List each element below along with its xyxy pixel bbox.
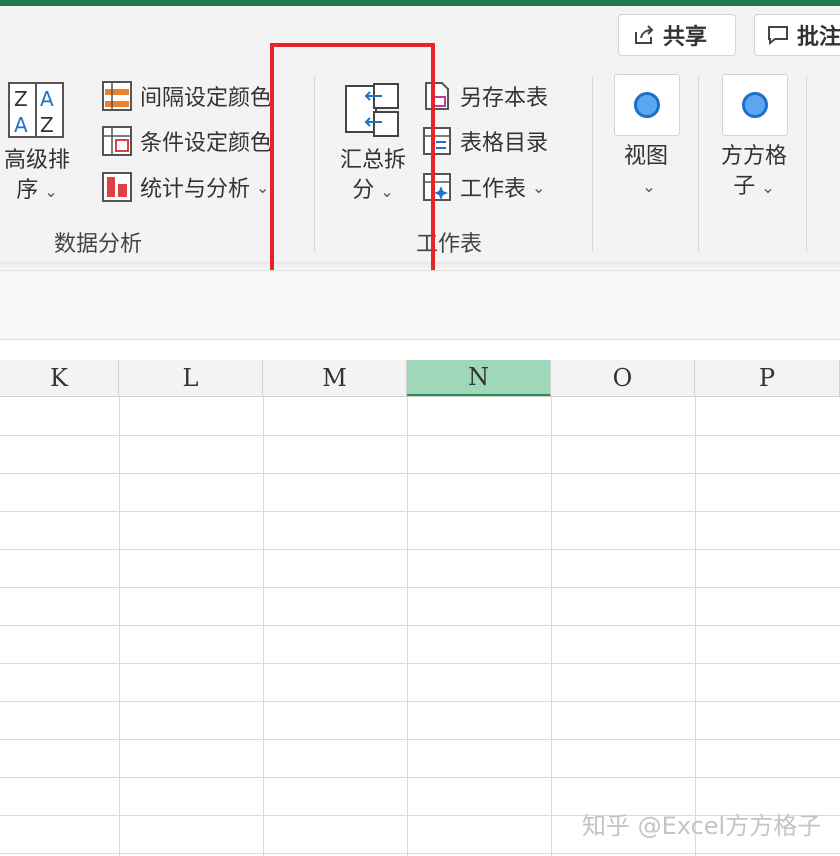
data-analysis-group-label: 数据分析	[54, 232, 143, 257]
grid-line	[551, 397, 552, 856]
table-catalog-label: 表格目录	[460, 131, 549, 156]
condition-color-icon	[102, 126, 132, 156]
group-separator	[806, 76, 807, 252]
interval-color-button[interactable]: 间隔设定颜色	[102, 80, 272, 112]
stats-analysis-label: 统计与分析	[140, 177, 251, 202]
comment-icon	[767, 24, 789, 46]
svg-text:A: A	[14, 113, 28, 137]
worksheet-label: 工作表	[460, 177, 527, 202]
chevron-down-icon: ⌄	[256, 177, 270, 197]
grid-line	[0, 853, 840, 854]
table-catalog-button[interactable]: 表格目录	[422, 125, 548, 157]
share-button[interactable]: 共享	[618, 14, 736, 56]
grid-line	[0, 625, 840, 626]
formula-bar-area	[0, 270, 840, 340]
grid-line	[0, 587, 840, 588]
save-table-button[interactable]: 另存本表	[422, 80, 548, 112]
chevron-down-icon: ⌄	[761, 178, 775, 197]
worksheet-button[interactable]: 工作表 ⌄	[422, 171, 545, 203]
grid-line	[695, 397, 696, 856]
column-header-k[interactable]: K	[0, 360, 119, 396]
group-separator	[592, 76, 593, 252]
interval-color-icon	[102, 81, 132, 111]
share-icon	[633, 24, 655, 46]
comment-label: 批注	[797, 25, 840, 50]
chevron-down-icon: ⌄	[44, 182, 58, 201]
column-header-row: K L M N O P	[0, 360, 840, 397]
stats-analysis-icon	[102, 172, 132, 202]
svg-text:A: A	[40, 87, 54, 111]
highlight-box	[270, 43, 435, 275]
group-separator	[698, 76, 699, 252]
grid-line	[407, 397, 408, 856]
view-label: 视图	[623, 144, 668, 169]
chevron-down-icon: ⌄	[532, 177, 546, 197]
grid-line	[0, 435, 840, 436]
condition-color-label: 条件设定颜色	[140, 131, 273, 156]
ffgz-icon	[722, 74, 788, 136]
column-header-m[interactable]: M	[263, 360, 407, 396]
column-header-p[interactable]: P	[695, 360, 840, 396]
cell-grid[interactable]	[0, 397, 840, 856]
grid-line	[0, 549, 840, 550]
sort-label-line1: 高级排	[3, 148, 70, 173]
comment-button[interactable]: 批注	[754, 14, 840, 56]
chevron-down-icon: ⌄	[642, 177, 656, 196]
ffgz-label-line2: 子	[733, 174, 756, 199]
svg-text:Z: Z	[40, 113, 54, 137]
grid-line	[0, 473, 840, 474]
grid-line	[263, 397, 264, 856]
save-table-label: 另存本表	[460, 86, 549, 111]
share-label: 共享	[663, 25, 708, 50]
column-header-l[interactable]: L	[119, 360, 263, 396]
svg-text:Z: Z	[14, 87, 28, 111]
column-header-n[interactable]: N	[407, 360, 551, 396]
grid-line	[0, 777, 840, 778]
sort-label-line2: 序	[16, 178, 39, 203]
stats-analysis-button[interactable]: 统计与分析 ⌄	[102, 171, 269, 203]
sort-az-icon: Z A A Z	[8, 82, 64, 138]
grid-line	[119, 397, 120, 856]
ffgz-label-line1: 方方格	[720, 144, 787, 169]
interval-color-label: 间隔设定颜色	[140, 86, 273, 111]
grid-line	[0, 701, 840, 702]
watermark: 知乎 @Excel方方格子	[582, 812, 822, 840]
grid-line	[0, 663, 840, 664]
grid-line	[0, 739, 840, 740]
grid-line	[0, 511, 840, 512]
condition-color-button[interactable]: 条件设定颜色	[102, 125, 272, 157]
column-header-o[interactable]: O	[551, 360, 695, 396]
view-icon	[614, 74, 680, 136]
